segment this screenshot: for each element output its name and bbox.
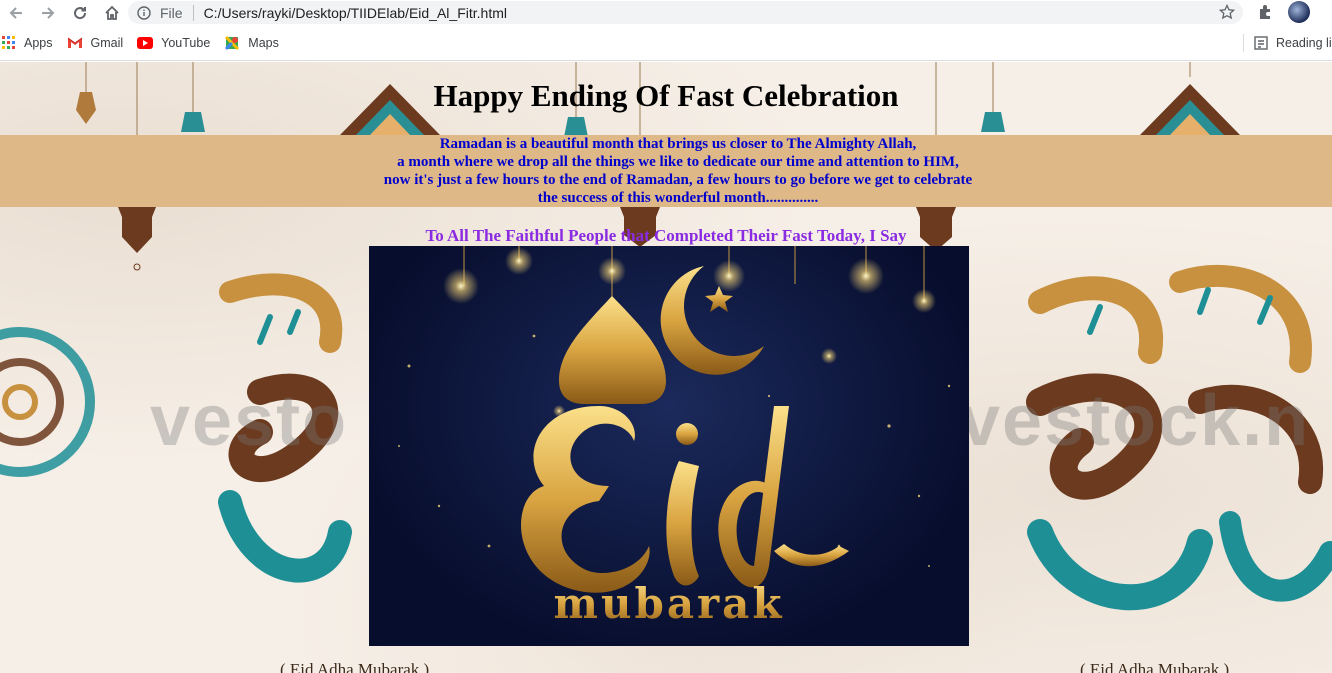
bookmark-label: Apps (24, 35, 53, 50)
reading-list-label: Reading lis (1276, 36, 1332, 50)
home-icon (105, 5, 119, 20)
forward-arrow-icon (42, 6, 55, 19)
footer-caption-left: ( Eid Adha Mubarak ) (280, 660, 430, 673)
gmail-icon (67, 37, 82, 48)
divider (192, 4, 194, 21)
bookmark-youtube[interactable]: YouTube (137, 36, 210, 50)
bookmark-maps[interactable]: Maps (224, 35, 279, 51)
bookmark-label: Gmail (90, 35, 124, 50)
reload-button[interactable] (64, 0, 96, 25)
bookmark-label: YouTube (161, 35, 211, 50)
right-calligraphy-art (1026, 264, 1332, 611)
page-viewport: Happy Ending Of Fast Celebration Ramadan… (0, 62, 1332, 673)
back-button[interactable] (0, 0, 32, 25)
back-arrow-icon (9, 6, 22, 19)
bookmark-star-icon[interactable] (1218, 3, 1236, 23)
profile-avatar[interactable] (1288, 1, 1310, 23)
paragraph-line: a month where we drop all the things we … (397, 154, 959, 170)
bookmark-label: Maps (248, 35, 279, 50)
scheme-label: File (160, 4, 183, 21)
forward-button[interactable] (32, 0, 64, 25)
left-calligraphy-art (0, 273, 352, 583)
paragraph-line: now it's just a few hours to the end of … (383, 172, 973, 188)
reading-list-button[interactable]: Reading lis (1243, 34, 1332, 52)
footer-caption-right: ( Eid Adha Mubarak ) (1080, 660, 1230, 673)
watermark-left: vesto (150, 381, 349, 461)
reading-list-icon (1254, 36, 1268, 50)
eid-mubarak-image: mubarak (369, 246, 969, 646)
bookmarks-bar: Apps Gmail YouTube Maps Reading lis (0, 25, 1332, 61)
home-button[interactable] (96, 0, 128, 25)
apps-grid-icon (2, 35, 15, 49)
address-bar[interactable]: File C:/Users/rayki/Desktop/TIIDElab/Eid… (128, 1, 1243, 24)
maps-icon (225, 35, 240, 50)
url-text[interactable]: C:/Users/rayki/Desktop/TIIDElab/Eid_Al_F… (204, 5, 507, 21)
watermark-right: vestock.n (960, 381, 1311, 461)
reload-icon (74, 6, 87, 19)
bookmark-gmail[interactable]: Gmail (67, 35, 124, 50)
extensions-puzzle-icon[interactable] (1256, 3, 1274, 26)
subheading: To All The Faithful People that Complete… (425, 226, 907, 245)
bookmark-apps[interactable]: Apps (2, 35, 53, 50)
page-title: Happy Ending Of Fast Celebration (433, 78, 899, 113)
paragraph-line: Ramadan is a beautiful month that brings… (439, 136, 917, 152)
intro-paragraph: Ramadan is a beautiful month that brings… (330, 135, 1026, 207)
info-icon[interactable] (136, 5, 152, 21)
youtube-icon (137, 36, 154, 49)
mubarak-text: mubarak (554, 579, 785, 628)
paragraph-line: the success of this wonderful month.....… (537, 190, 819, 206)
browser-toolbar: File C:/Users/rayki/Desktop/TIIDElab/Eid… (0, 0, 1332, 25)
eid-artwork: mubarak (398, 246, 951, 628)
